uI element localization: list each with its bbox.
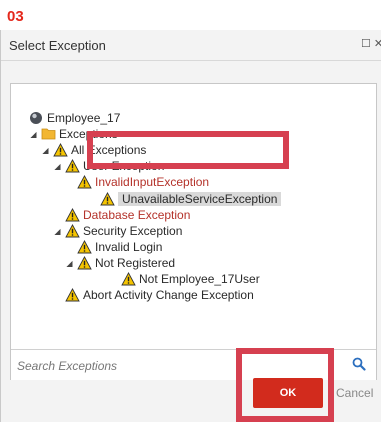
tree-node-root[interactable]: Employee_17 — [17, 110, 120, 126]
warning-icon — [53, 143, 68, 157]
warning-icon — [121, 272, 136, 286]
expander-icon[interactable]: ◢ — [65, 259, 74, 268]
warning-icon — [65, 288, 80, 302]
dialog-titlebar: Select Exception ☐ ✕ — [1, 30, 381, 61]
tree-node-invalid-login[interactable]: Invalid Login — [77, 239, 162, 255]
expander-icon[interactable]: ◢ — [53, 162, 62, 171]
highlight-box-ok-button — [236, 348, 334, 422]
highlight-box-selected-item — [87, 131, 289, 169]
warning-icon — [65, 224, 80, 238]
exception-tree-panel: Employee_17 ◢ Exceptions ◢ All Exception… — [10, 83, 377, 380]
tree-node-not-registered[interactable]: ◢ Not Registered — [65, 255, 175, 271]
folder-icon — [41, 127, 56, 141]
warning-icon — [77, 175, 92, 189]
warning-icon — [77, 256, 92, 270]
warning-icon — [100, 192, 115, 206]
step-number: 03 — [7, 8, 24, 25]
expander-icon[interactable]: ◢ — [29, 130, 38, 139]
tree-node-security-exception[interactable]: ◢ Security Exception — [53, 223, 182, 239]
warning-icon — [77, 240, 92, 254]
expander-icon[interactable]: ◢ — [53, 227, 62, 236]
dialog-title: Select Exception — [9, 38, 106, 53]
window-buttons[interactable]: ☐ ✕ — [361, 37, 381, 50]
tree-node-database-exception[interactable]: Database Exception — [65, 207, 190, 223]
warning-icon — [65, 208, 80, 222]
globe-icon — [29, 111, 44, 125]
warning-icon — [65, 159, 80, 173]
cancel-link[interactable]: Cancel — [336, 386, 373, 400]
tree-node-unavailable-service-exception[interactable]: UnavailableServiceException — [100, 191, 282, 207]
tree-node-abort-activity-change-exception[interactable]: Abort Activity Change Exception — [65, 287, 254, 303]
expander-icon[interactable]: ◢ — [41, 146, 50, 155]
search-icon[interactable] — [352, 357, 366, 376]
tree-node-not-employee-17-user[interactable]: Not Employee_17User — [121, 271, 260, 287]
tree-node-invalid-input-exception[interactable]: InvalidInputException — [77, 174, 209, 190]
